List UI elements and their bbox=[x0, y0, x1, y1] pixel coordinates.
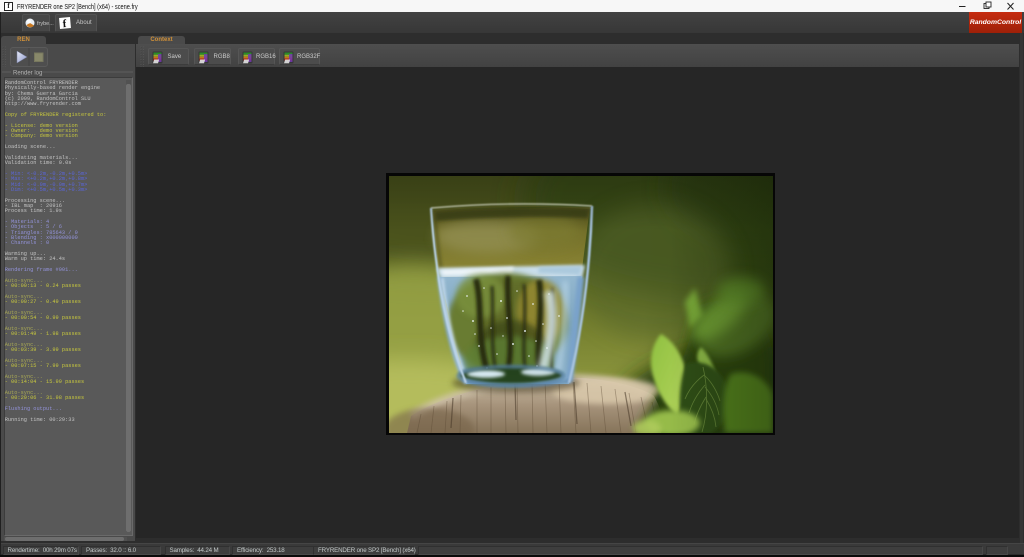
svg-text:Render log: Render log bbox=[13, 71, 42, 77]
